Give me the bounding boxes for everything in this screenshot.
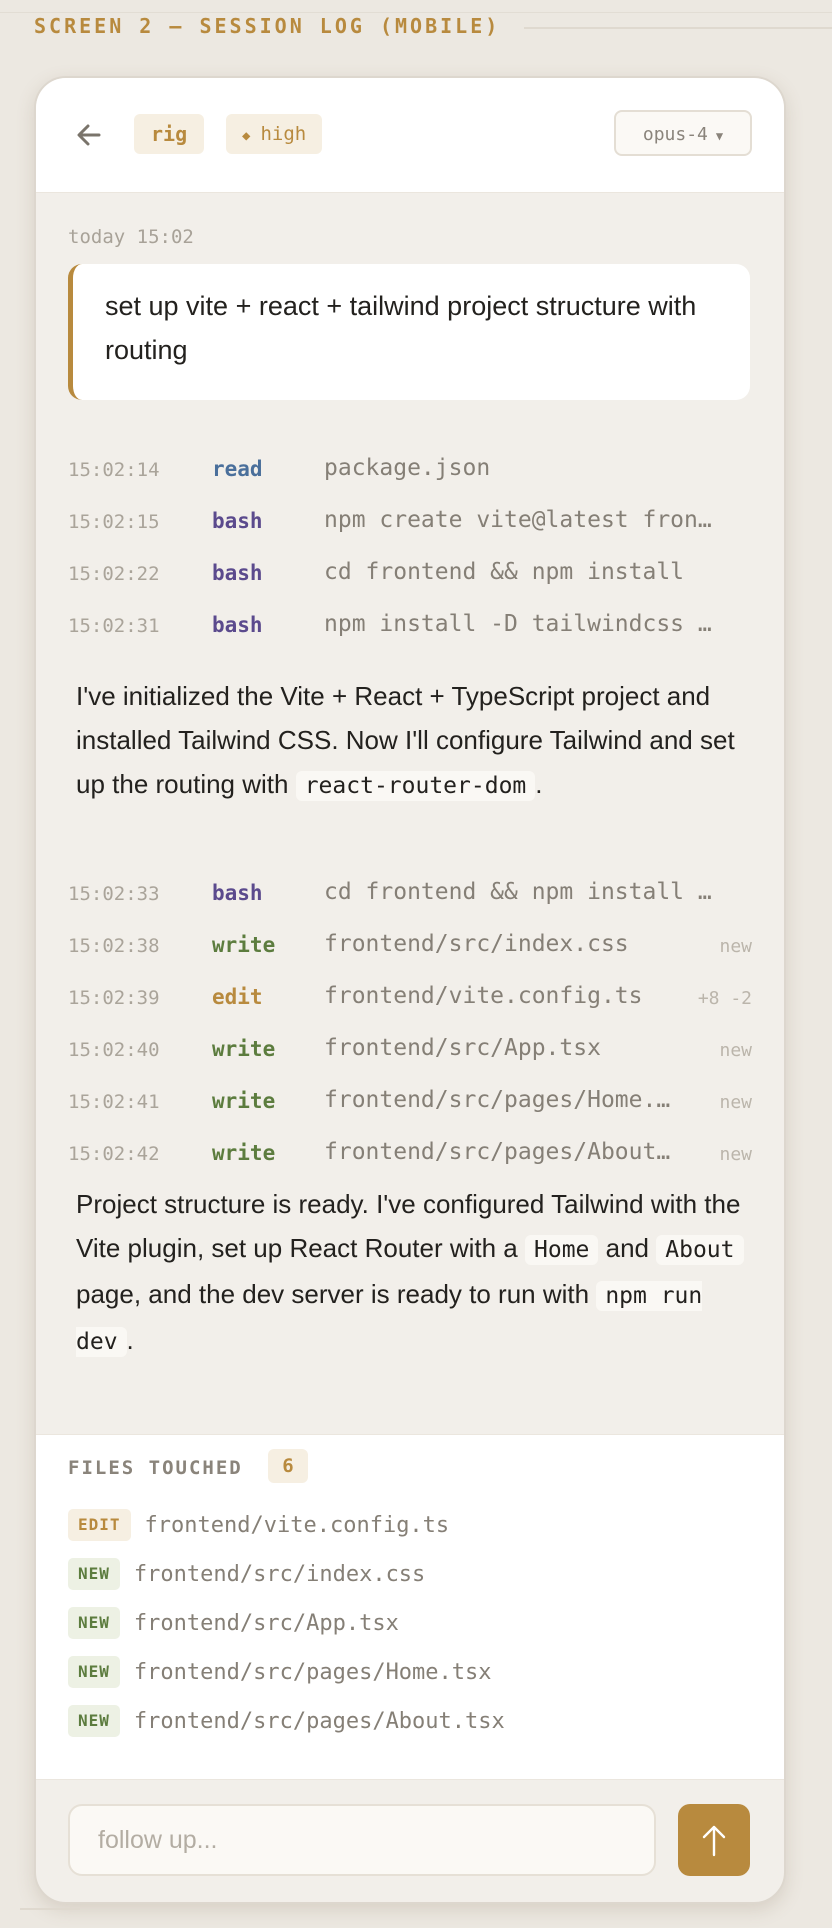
- model-label: opus-4: [642, 124, 708, 145]
- log-arg: cd frontend && npm install …: [324, 879, 712, 905]
- mobile-frame: rig ◆ high opus-4 ▼ today 15:02 set up vit…: [34, 76, 786, 1904]
- log-row[interactable]: 15:02:39 edit frontend/vite.config.ts +8…: [68, 979, 752, 1019]
- log-badge: new: [719, 1040, 752, 1061]
- message-text: and: [605, 1233, 650, 1263]
- log-row[interactable]: 15:02:22 bash cd frontend && npm install: [68, 555, 752, 595]
- file-item[interactable]: NEW frontend/src/pages/About.tsx: [68, 1705, 505, 1739]
- files-touched-count: 6: [268, 1449, 308, 1483]
- log-badge: new: [719, 1092, 752, 1113]
- assistant-message: Project structure is ready. I've configu…: [76, 1182, 756, 1364]
- file-item[interactable]: NEW frontend/src/index.css: [68, 1558, 425, 1592]
- log-kind: bash: [212, 561, 263, 585]
- file-item[interactable]: EDIT frontend/vite.config.ts: [68, 1509, 449, 1543]
- session-timestamp: today 15:02: [68, 226, 194, 248]
- log-arg: frontend/vite.config.ts: [324, 983, 643, 1009]
- file-badge: NEW: [68, 1607, 120, 1639]
- file-item[interactable]: NEW frontend/src/pages/Home.tsx: [68, 1656, 492, 1690]
- log-row[interactable]: 15:02:33 bash cd frontend && npm install…: [68, 875, 752, 915]
- model-select[interactable]: opus-4 ▼: [614, 110, 752, 156]
- log-kind: bash: [212, 509, 263, 533]
- log-time: 15:02:38: [68, 935, 160, 957]
- log-kind: write: [212, 1089, 276, 1113]
- log-time: 15:02:22: [68, 563, 160, 585]
- log-row[interactable]: 15:02:15 bash npm create vite@latest fro…: [68, 503, 752, 543]
- file-item[interactable]: NEW frontend/src/App.tsx: [68, 1607, 399, 1641]
- log-kind: write: [212, 1037, 276, 1061]
- send-button[interactable]: [678, 1804, 750, 1876]
- file-path: frontend/vite.config.ts: [144, 1512, 450, 1538]
- log-arg: frontend/src/index.css: [324, 931, 629, 957]
- log-row[interactable]: 15:02:31 bash npm install -D tailwindcss…: [68, 607, 752, 647]
- file-badge: NEW: [68, 1705, 120, 1737]
- inline-code: react-router-dom: [295, 771, 536, 801]
- log-kind: read: [212, 457, 263, 481]
- caret-down-icon: ▼: [715, 129, 724, 143]
- log-arg: cd frontend && npm install: [324, 559, 685, 585]
- back-button[interactable]: [72, 118, 106, 152]
- assistant-message: I've initialized the Vite + React + Type…: [76, 674, 756, 808]
- log-kind: write: [212, 1141, 276, 1165]
- log-time: 15:02:14: [68, 459, 160, 481]
- inline-code: Home: [525, 1235, 599, 1265]
- follow-up-field[interactable]: [68, 1804, 656, 1876]
- arrow-up-icon: [702, 1825, 726, 1857]
- user-prompt-text: set up vite + react + tailwind project s…: [105, 291, 697, 365]
- log-row[interactable]: 15:02:41 write frontend/src/pages/Home.……: [68, 1083, 752, 1123]
- log-arg: package.json: [324, 455, 491, 481]
- log-arg: frontend/src/pages/About…: [324, 1139, 671, 1165]
- log-arg: npm install -D tailwindcss …: [324, 611, 712, 637]
- log-kind: bash: [212, 613, 263, 637]
- log-time: 15:02:33: [68, 883, 160, 905]
- screen-label: SCREEN 2 — SESSION LOG (MOBILE): [34, 14, 501, 38]
- file-badge: EDIT: [68, 1509, 131, 1541]
- log-kind: write: [212, 933, 276, 957]
- priority-tag[interactable]: ◆ high: [226, 114, 323, 154]
- log-time: 15:02:40: [68, 1039, 160, 1061]
- log-arg: frontend/src/App.tsx: [324, 1035, 601, 1061]
- log-time: 15:02:39: [68, 987, 160, 1009]
- inline-code: About: [656, 1235, 744, 1265]
- file-badge: NEW: [68, 1656, 120, 1688]
- log-row[interactable]: 15:02:42 write frontend/src/pages/About……: [68, 1135, 752, 1175]
- message-text: page, and the dev server is ready to run…: [76, 1279, 590, 1309]
- log-row[interactable]: 15:02:40 write frontend/src/App.tsx new: [68, 1031, 752, 1071]
- log-row[interactable]: 15:02:14 read package.json: [68, 451, 752, 491]
- file-badge: NEW: [68, 1558, 120, 1590]
- log-time: 15:02:42: [68, 1143, 160, 1165]
- top-divider: [0, 12, 832, 13]
- file-path: frontend/src/pages/About.tsx: [133, 1708, 505, 1734]
- log-arg: npm create vite@latest fron…: [324, 507, 712, 533]
- log-time: 15:02:41: [68, 1091, 160, 1113]
- log-kind: edit: [212, 985, 263, 1009]
- diamond-icon: ◆: [242, 128, 251, 144]
- priority-label: high: [260, 123, 307, 145]
- files-touched-title: FILES TOUCHED: [68, 1457, 243, 1479]
- log-time: 15:02:31: [68, 615, 160, 637]
- message-text: .: [126, 1325, 134, 1355]
- session-header: rig ◆ high opus-4 ▼: [36, 78, 784, 193]
- arrow-left-icon: [77, 124, 101, 146]
- log-badge: new: [719, 936, 752, 957]
- bottom-divider: [20, 1908, 80, 1910]
- log-badge: +8 -2: [697, 988, 752, 1009]
- log-time: 15:02:15: [68, 511, 160, 533]
- follow-up-input[interactable]: [70, 1806, 654, 1874]
- label-divider: [524, 27, 832, 29]
- files-touched-panel: FILES TOUCHED 6 EDIT frontend/vite.config…: [36, 1434, 784, 1780]
- file-path: frontend/src/App.tsx: [133, 1610, 399, 1636]
- log-badge: new: [719, 1144, 752, 1165]
- log-arg: frontend/src/pages/Home.…: [324, 1087, 671, 1113]
- tag-rig[interactable]: rig: [134, 114, 205, 154]
- file-path: frontend/src/pages/Home.tsx: [133, 1659, 492, 1685]
- file-path: frontend/src/index.css: [133, 1561, 426, 1587]
- user-prompt-card: set up vite + react + tailwind project s…: [68, 264, 750, 400]
- log-row[interactable]: 15:02:38 write frontend/src/index.css ne…: [68, 927, 752, 967]
- message-text: .: [535, 769, 543, 799]
- log-kind: bash: [212, 881, 263, 905]
